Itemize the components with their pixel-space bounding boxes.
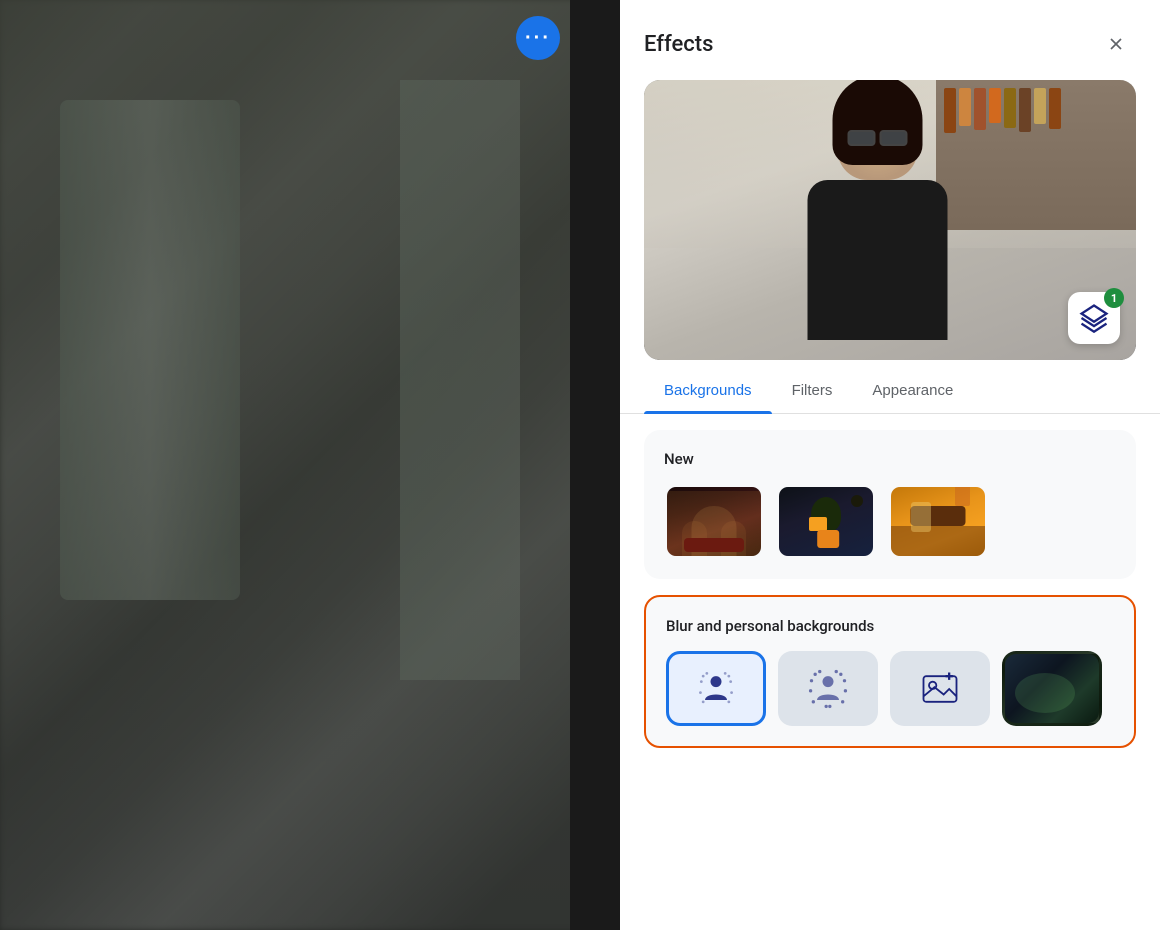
pumpkin-left bbox=[809, 517, 827, 531]
cozy-window bbox=[911, 502, 931, 532]
tab-backgrounds-label: Backgrounds bbox=[664, 382, 752, 399]
halloween-orb bbox=[851, 495, 863, 507]
blur-thumbs-row bbox=[666, 651, 1114, 726]
portrait-blur-icon bbox=[694, 667, 738, 711]
new-section-title: New bbox=[664, 450, 1116, 468]
close-button[interactable] bbox=[1096, 24, 1136, 64]
panel-content: New bbox=[620, 414, 1160, 930]
panel-header: Effects bbox=[620, 0, 1160, 80]
more-options-icon: ··· bbox=[525, 28, 551, 48]
hallway-right-decor bbox=[400, 80, 520, 680]
blur-section-title: Blur and personal backgrounds bbox=[666, 617, 1114, 635]
custom-bg-thumb[interactable] bbox=[1002, 651, 1102, 726]
tab-appearance[interactable]: Appearance bbox=[852, 368, 973, 413]
tab-backgrounds[interactable]: Backgrounds bbox=[644, 368, 772, 413]
preview-person bbox=[753, 90, 1003, 360]
video-area: ··· bbox=[0, 0, 620, 930]
tab-filters-label: Filters bbox=[792, 382, 833, 399]
hallway-left-decor bbox=[60, 100, 240, 600]
preview-person-hair bbox=[833, 80, 923, 165]
tabs-container: Backgrounds Filters Appearance bbox=[620, 368, 1160, 414]
background-blur-icon bbox=[806, 667, 850, 711]
close-icon bbox=[1106, 34, 1126, 54]
cozy-bg bbox=[891, 487, 985, 556]
pumpkin-main bbox=[817, 530, 839, 548]
tab-appearance-label: Appearance bbox=[872, 382, 953, 399]
glass-left bbox=[848, 130, 876, 146]
blur-personal-section: Blur and personal backgrounds bbox=[644, 595, 1136, 748]
custom-bg-image bbox=[1005, 654, 1099, 723]
add-image-thumb[interactable] bbox=[890, 651, 990, 726]
add-image-icon bbox=[918, 667, 962, 711]
panel-title: Effects bbox=[644, 32, 713, 57]
preview-person-torso bbox=[808, 180, 948, 340]
new-backgrounds-section: New bbox=[644, 430, 1136, 579]
tab-filters[interactable]: Filters bbox=[772, 368, 853, 413]
book-item bbox=[1034, 88, 1046, 124]
preview-person-head bbox=[838, 90, 918, 180]
cozy-lamp bbox=[955, 484, 970, 506]
layers-icon bbox=[1079, 303, 1109, 333]
glass-right bbox=[880, 130, 908, 146]
thumb-halloween[interactable] bbox=[776, 484, 876, 559]
book-item bbox=[1004, 88, 1016, 128]
halloween-bg bbox=[779, 487, 873, 556]
badge-count: 1 bbox=[1104, 288, 1124, 308]
new-thumbnails-row bbox=[664, 484, 1116, 559]
blur-portrait-thumb[interactable] bbox=[666, 651, 766, 726]
blur-background-thumb[interactable] bbox=[778, 651, 878, 726]
book-item bbox=[1049, 88, 1061, 129]
preview-person-glasses bbox=[848, 130, 908, 146]
book-item bbox=[1019, 88, 1031, 132]
gothic-bg bbox=[667, 487, 761, 556]
thumb-gothic[interactable] bbox=[664, 484, 764, 559]
cozy-floor bbox=[891, 526, 985, 556]
dark-strip bbox=[570, 0, 620, 930]
effects-panel: Effects bbox=[620, 0, 1160, 930]
layers-badge[interactable]: 1 bbox=[1068, 292, 1120, 344]
thumb-cozy[interactable] bbox=[888, 484, 988, 559]
more-options-button[interactable]: ··· bbox=[516, 16, 560, 60]
preview-video: 1 bbox=[644, 80, 1136, 360]
gothic-couch bbox=[684, 538, 744, 552]
preview-area: 1 bbox=[644, 80, 1136, 360]
